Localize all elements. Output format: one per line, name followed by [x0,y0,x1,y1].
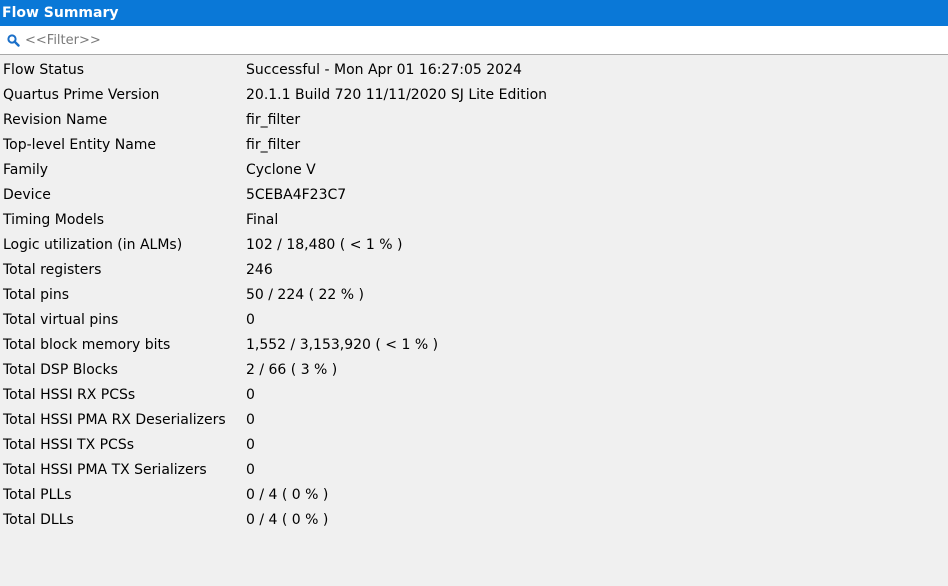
table-row[interactable]: Family Cyclone V [0,157,948,182]
row-label: Device [3,186,51,203]
table-row[interactable]: Total pins 50 / 224 ( 22 % ) [0,282,948,307]
table-row[interactable]: Total HSSI PMA TX Serializers 0 [0,457,948,482]
table-row[interactable]: Flow Status Successful - Mon Apr 01 16:27… [0,57,948,82]
row-label: Timing Models [3,211,105,228]
row-label: Total HSSI RX PCSs [3,386,136,403]
table-row[interactable]: Timing Models Final [0,207,948,232]
row-label: Total DLLs [3,511,74,528]
table-row[interactable]: Total registers 246 [0,257,948,282]
row-value: 246 [246,261,273,278]
row-value: 0 [246,411,255,428]
row-label: Total PLLs [3,486,72,503]
table-row[interactable]: Total DLLs 0 / 4 ( 0 % ) [0,507,948,532]
panel-title: Flow Summary [0,0,948,26]
table-row[interactable]: Logic utilization (in ALMs) 102 / 18,480 … [0,232,948,257]
table-row[interactable]: Total HSSI TX PCSs 0 [0,432,948,457]
table-row[interactable]: Total HSSI PMA RX Deserializers 0 [0,407,948,432]
row-label: Total registers [3,261,102,278]
table-row[interactable]: Total DSP Blocks 2 / 66 ( 3 % ) [0,357,948,382]
row-value: 50 / 224 ( 22 % ) [246,286,364,303]
flow-summary-panel: Flow Summary Flow Status Successful - Mon… [0,0,948,586]
table-row[interactable]: Total HSSI RX PCSs 0 [0,382,948,407]
row-value: 0 [246,461,255,478]
row-value: 20.1.1 Build 720 11/11/2020 SJ Lite Edit… [246,86,548,103]
row-label: Total virtual pins [3,311,119,328]
row-label: Quartus Prime Version [3,86,160,103]
row-label: Total HSSI TX PCSs [3,436,135,453]
row-value: fir_filter [246,111,301,128]
row-value: 0 / 4 ( 0 % ) [246,486,329,503]
table-row[interactable]: Device 5CEBA4F23C7 [0,182,948,207]
row-value: 0 / 4 ( 0 % ) [246,511,329,528]
row-value: fir_filter [246,136,301,153]
row-label: Family [3,161,49,178]
row-label: Top-level Entity Name [3,136,157,153]
row-label: Total pins [3,286,70,303]
filter-input[interactable] [25,32,925,48]
row-value: 2 / 66 ( 3 % ) [246,361,338,378]
row-value: Successful - Mon Apr 01 16:27:05 2024 [246,61,522,78]
row-value: 0 [246,436,255,453]
table-row[interactable]: Revision Name fir_filter [0,107,948,132]
row-value: 5CEBA4F23C7 [246,186,347,203]
table-row[interactable]: Total block memory bits 1,552 / 3,153,920… [0,332,948,357]
row-value: 102 / 18,480 ( < 1 % ) [246,236,403,253]
row-value: 0 [246,386,255,403]
row-label: Total HSSI PMA RX Deserializers [3,411,226,428]
row-value: 0 [246,311,255,328]
filter-bar [0,26,948,55]
search-icon [5,32,21,48]
row-label: Revision Name [3,111,108,128]
summary-table: Flow Status Successful - Mon Apr 01 16:27… [0,57,948,532]
table-row[interactable]: Quartus Prime Version 20.1.1 Build 720 11… [0,82,948,107]
row-label: Total DSP Blocks [3,361,118,378]
row-value: 1,552 / 3,153,920 ( < 1 % ) [246,336,439,353]
row-label: Logic utilization (in ALMs) [3,236,183,253]
row-value: Final [246,211,279,228]
row-label: Flow Status [3,61,85,78]
table-row[interactable]: Total PLLs 0 / 4 ( 0 % ) [0,482,948,507]
table-row[interactable]: Total virtual pins 0 [0,307,948,332]
row-value: Cyclone V [246,161,316,178]
row-label: Total HSSI PMA TX Serializers [3,461,207,478]
row-label: Total block memory bits [3,336,171,353]
table-row[interactable]: Top-level Entity Name fir_filter [0,132,948,157]
